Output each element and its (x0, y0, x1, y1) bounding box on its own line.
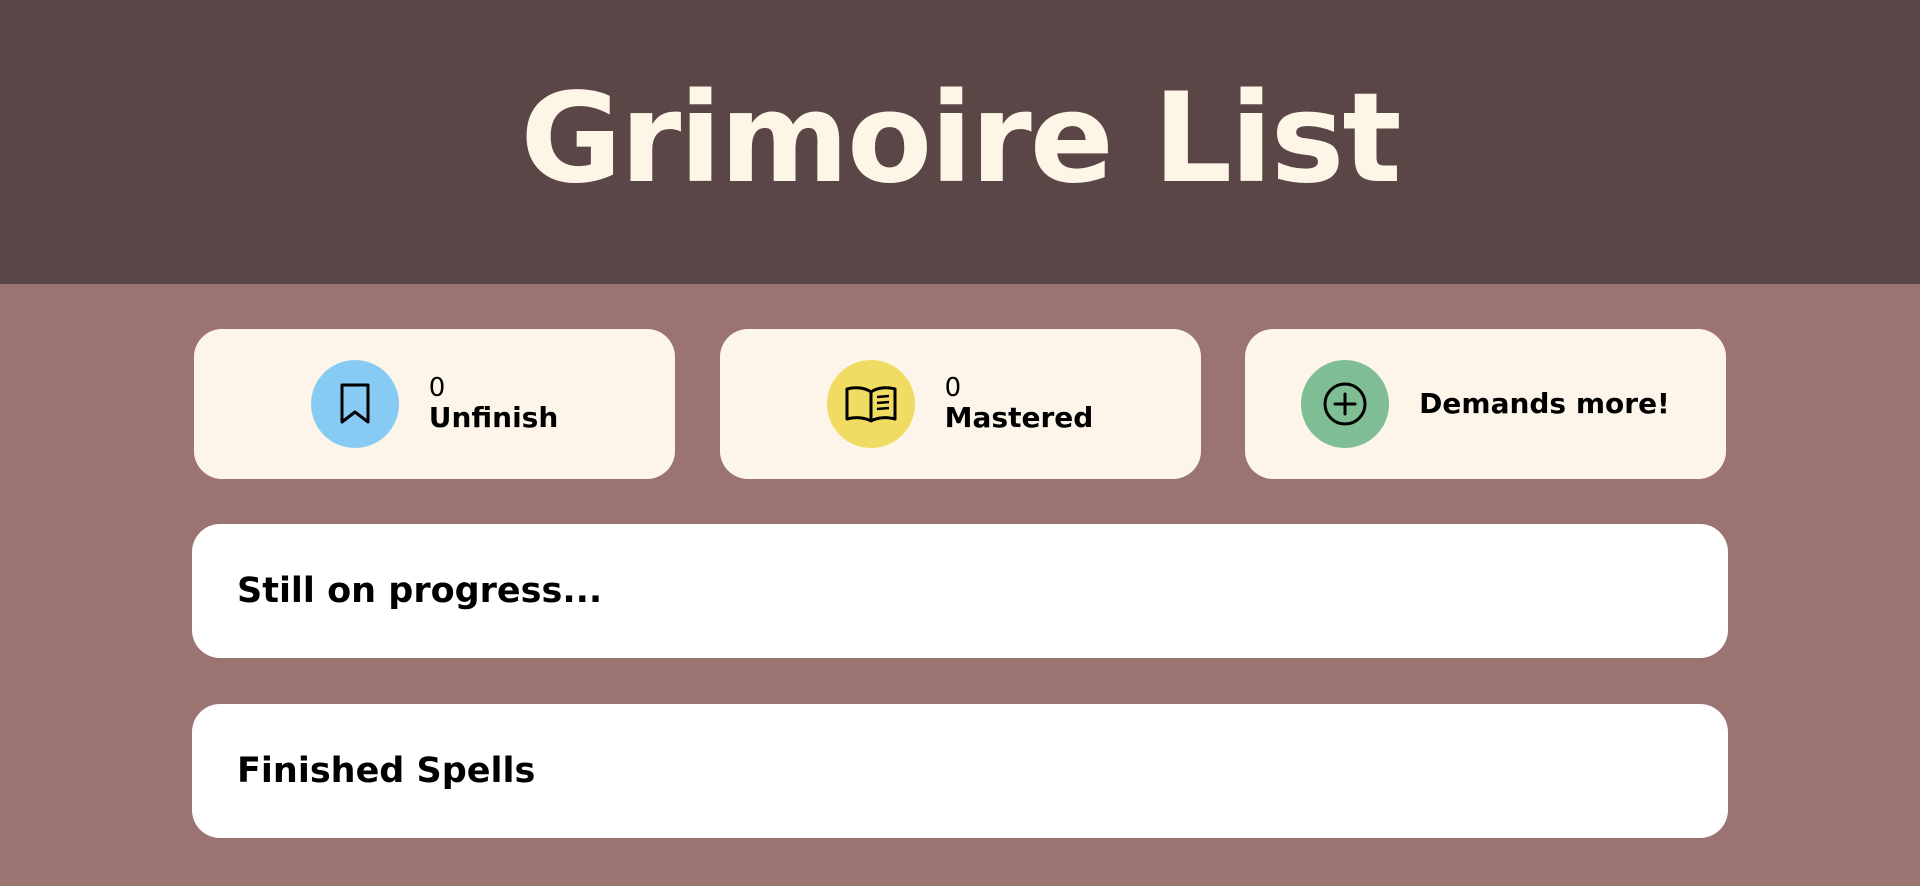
finished-section: Finished Spells (192, 704, 1728, 838)
stats-row: 0 Unfinish 0 Mastered Demands more! (194, 329, 1726, 479)
mastered-stat-text: 0 Mastered (945, 374, 1094, 433)
add-spell-button[interactable]: Demands more! (1245, 329, 1726, 479)
unfinished-label: Unfinish (428, 400, 559, 434)
main-content: 0 Unfinish 0 Mastered Demands more! Stil… (0, 284, 1920, 886)
plus-circle-icon (1301, 360, 1390, 448)
bookmark-icon (310, 360, 399, 448)
in-progress-section: Still on progress... (192, 524, 1728, 658)
add-spell-label: Demands more! (1419, 386, 1670, 420)
mastered-stat-card[interactable]: 0 Mastered (719, 329, 1201, 479)
app-header: Grimoire List (0, 0, 1920, 284)
in-progress-title: Still on progress... (237, 571, 603, 611)
mastered-count: 0 (944, 373, 962, 404)
finished-title: Finished Spells (237, 751, 536, 791)
page-title: Grimoire List (520, 67, 1401, 211)
unfinished-stat-card[interactable]: 0 Unfinish (194, 329, 675, 479)
unfinished-stat-text: 0 Unfinish (429, 374, 559, 433)
open-book-icon (826, 360, 915, 448)
unfinished-count: 0 (428, 373, 446, 404)
mastered-label: Mastered (944, 400, 1094, 434)
add-spell-text: Demands more! (1419, 386, 1670, 420)
